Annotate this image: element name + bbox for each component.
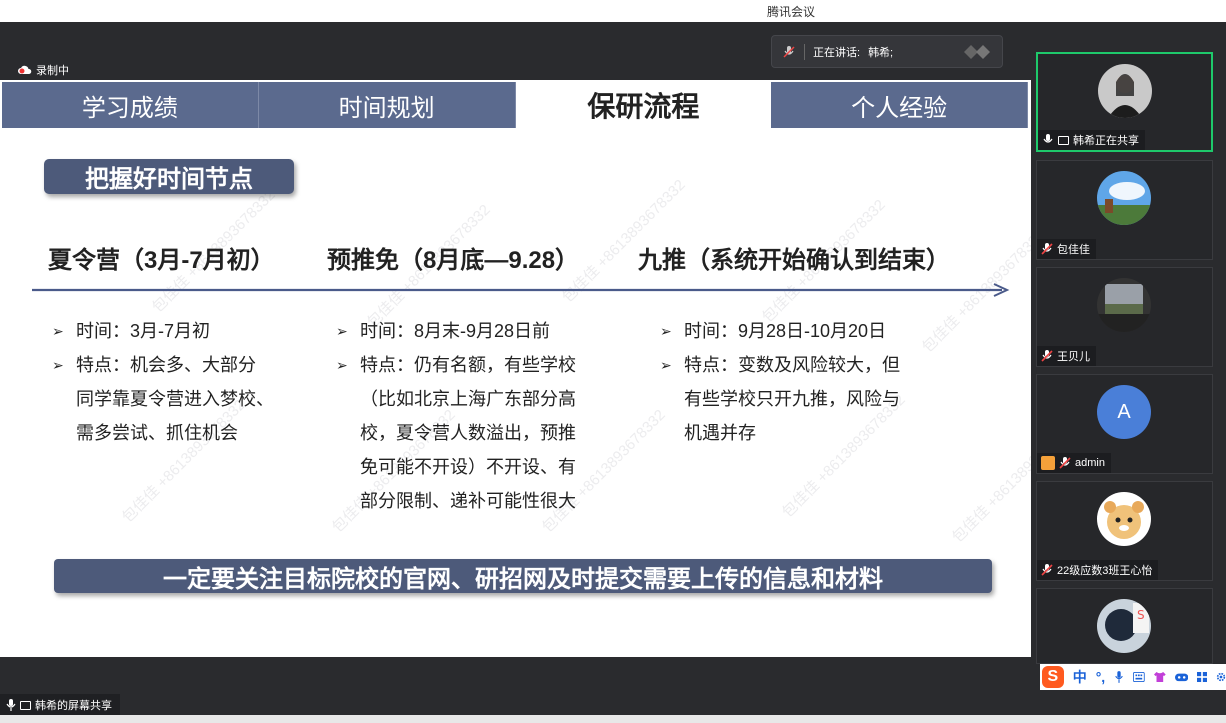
bullet-arrow-icon: ➢: [52, 323, 64, 339]
participant-name: 韩希正在共享: [1073, 135, 1139, 147]
speaking-label: 正在讲话:: [813, 46, 861, 59]
keyboard-icon[interactable]: [1133, 671, 1145, 683]
phase-details-summer-camp: ➢ 时间：3月-7月初 ➢ 特点：机会多、大部分 同学靠夏令营进入梦校、 需多尝试、…: [52, 314, 292, 450]
watermark-text: 包佳佳 +8613893678332: [949, 416, 1031, 547]
participant-sidebar: 韩希正在共享 包佳佳 王贝儿 A admin 22级应数3班王心怡 S: [1031, 22, 1226, 715]
participant-tile[interactable]: 包佳佳: [1036, 160, 1213, 260]
avatar: A: [1097, 385, 1151, 439]
mic-icon[interactable]: [1114, 670, 1124, 684]
ime-toolbar[interactable]: S 中 °,: [1040, 664, 1226, 690]
user-icon: [1041, 456, 1055, 470]
sogou-logo-icon[interactable]: S: [1042, 666, 1064, 688]
slide-tabs: 学习成绩 时间规划 保研流程 个人经验: [2, 82, 1028, 128]
speaking-name: 韩希;: [868, 46, 894, 59]
phase-details-pre-recommend: ➢ 时间：8月末-9月28日前 ➢ 特点：仍有名额，有些学校 （比如北京上海广东部分…: [336, 314, 606, 518]
list-item-continuation: 校，夏令营人数溢出，预推: [360, 423, 576, 443]
participant-name-bar: admin: [1037, 453, 1111, 473]
recording-indicator[interactable]: 录制中: [18, 62, 69, 78]
avatar: S: [1097, 599, 1151, 653]
speaking-indicator: 正在讲话: 韩希;: [771, 35, 1003, 68]
svg-text:S: S: [1137, 608, 1145, 622]
title-bar: 腾讯会议: [0, 0, 1226, 22]
avatar: [1097, 171, 1151, 225]
list-item: ➢ 特点：变数及风险较大，但: [660, 348, 930, 382]
participant-name: admin: [1075, 457, 1105, 469]
shared-screen-stage: 录制中 正在讲话: 韩希; 学习成绩 时间规划 保研流程 个人经验 包佳佳 +8…: [0, 22, 1031, 716]
participant-name-bar: 王贝儿: [1037, 346, 1096, 366]
timeline-arrow: [32, 283, 1010, 297]
participant-name: 王贝儿: [1057, 351, 1090, 363]
phase-title-pre-recommend: 预推免（8月底—9.28）: [327, 247, 580, 274]
participant-name-bar: 包佳佳: [1037, 239, 1096, 259]
participant-name: 22级应数3班王心怡: [1057, 565, 1153, 577]
list-item: ➢ 时间：3月-7月初: [52, 314, 292, 348]
window-title: 腾讯会议: [766, 5, 815, 19]
screen-share-label: 韩希的屏幕共享: [0, 694, 120, 716]
section-title: 把握好时间节点: [44, 159, 294, 194]
list-item-continuation: 有些学校只开九推，风险与: [684, 389, 900, 409]
phase-title-summer-camp: 夏令营（3月-7月初）: [48, 247, 275, 274]
mic-icon: [1043, 134, 1053, 143]
screen-share-icon: [1058, 135, 1069, 145]
bullet-arrow-icon: ➢: [336, 357, 348, 373]
list-item: ➢ 特点：仍有名额，有些学校: [336, 348, 606, 382]
participant-tile[interactable]: A admin: [1036, 374, 1213, 474]
muted-mic-icon: [783, 45, 795, 58]
avatar: [1097, 278, 1151, 332]
bullet-arrow-icon: ➢: [660, 323, 672, 339]
list-item: ➢ 时间：9月28日-10月20日: [660, 314, 930, 348]
grid-icon[interactable]: [1196, 671, 1207, 683]
ime-punctuation[interactable]: °,: [1096, 669, 1106, 685]
bullet-arrow-icon: ➢: [52, 357, 64, 373]
avatar: [1097, 492, 1151, 546]
cloud-record-icon: [18, 65, 32, 74]
muted-mic-icon: [1059, 457, 1071, 469]
list-item: ➢ 时间：8月末-9月28日前: [336, 314, 606, 348]
participant-name-bar: 韩希正在共享: [1038, 130, 1145, 150]
tab-recommend-process: 保研流程: [515, 82, 772, 128]
muted-mic-icon: [1041, 243, 1053, 255]
game-icon[interactable]: [1174, 671, 1188, 683]
tab-study-grades: 学习成绩: [2, 82, 259, 128]
tencent-meeting-logo-icon: [964, 45, 990, 59]
stage-top-bar: 录制中 正在讲话: 韩希;: [0, 22, 1031, 80]
participant-tile[interactable]: S: [1036, 588, 1213, 664]
mic-icon: [6, 699, 16, 711]
bottom-strip: [0, 715, 1226, 723]
participant-name: 包佳佳: [1057, 244, 1090, 256]
phase-details-september-recommend: ➢ 时间：9月28日-10月20日 ➢ 特点：变数及风险较大，但 有些学校只开九推，…: [660, 314, 930, 450]
recording-label: 录制中: [36, 65, 69, 77]
participant-tile[interactable]: 王贝儿: [1036, 267, 1213, 367]
muted-mic-icon: [1041, 350, 1053, 362]
list-item-continuation: 部分限制、递补可能性很大: [360, 491, 576, 511]
bullet-arrow-icon: ➢: [336, 323, 348, 339]
tab-time-planning: 时间规划: [258, 82, 516, 128]
participant-tile[interactable]: 22级应数3班王心怡: [1036, 481, 1213, 581]
list-item: ➢ 特点：机会多、大部分: [52, 348, 292, 382]
list-item-continuation: 需多尝试、抓住机会: [76, 423, 238, 443]
muted-mic-icon: [1041, 564, 1053, 576]
divider: [804, 43, 805, 60]
list-item-continuation: （比如北京上海广东部分高: [360, 389, 576, 409]
settings-icon[interactable]: [1216, 671, 1226, 683]
slide-content: 学习成绩 时间规划 保研流程 个人经验 包佳佳 +8613893678332 包…: [0, 80, 1031, 657]
shirt-icon[interactable]: [1153, 671, 1166, 683]
avatar: [1098, 64, 1152, 118]
list-item-continuation: 机遇并存: [684, 423, 756, 443]
ime-mode[interactable]: 中: [1073, 667, 1087, 687]
bullet-arrow-icon: ➢: [660, 357, 672, 373]
participant-name-bar: 22级应数3班王心怡: [1037, 560, 1159, 580]
participant-tile[interactable]: 韩希正在共享: [1036, 52, 1213, 152]
phase-title-september-recommend: 九推（系统开始确认到结束）: [638, 247, 950, 274]
list-item-continuation: 同学靠夏令营进入梦校、: [76, 389, 274, 409]
screen-share-icon: [20, 700, 31, 710]
tab-personal-experience: 个人经验: [771, 82, 1028, 128]
screen-share-name: 韩希的屏幕共享: [35, 700, 112, 712]
bottom-banner: 一定要关注目标院校的官网、研招网及时提交需要上传的信息和材料: [54, 559, 992, 593]
list-item-continuation: 免可能不开设）不开设、有: [360, 457, 576, 477]
